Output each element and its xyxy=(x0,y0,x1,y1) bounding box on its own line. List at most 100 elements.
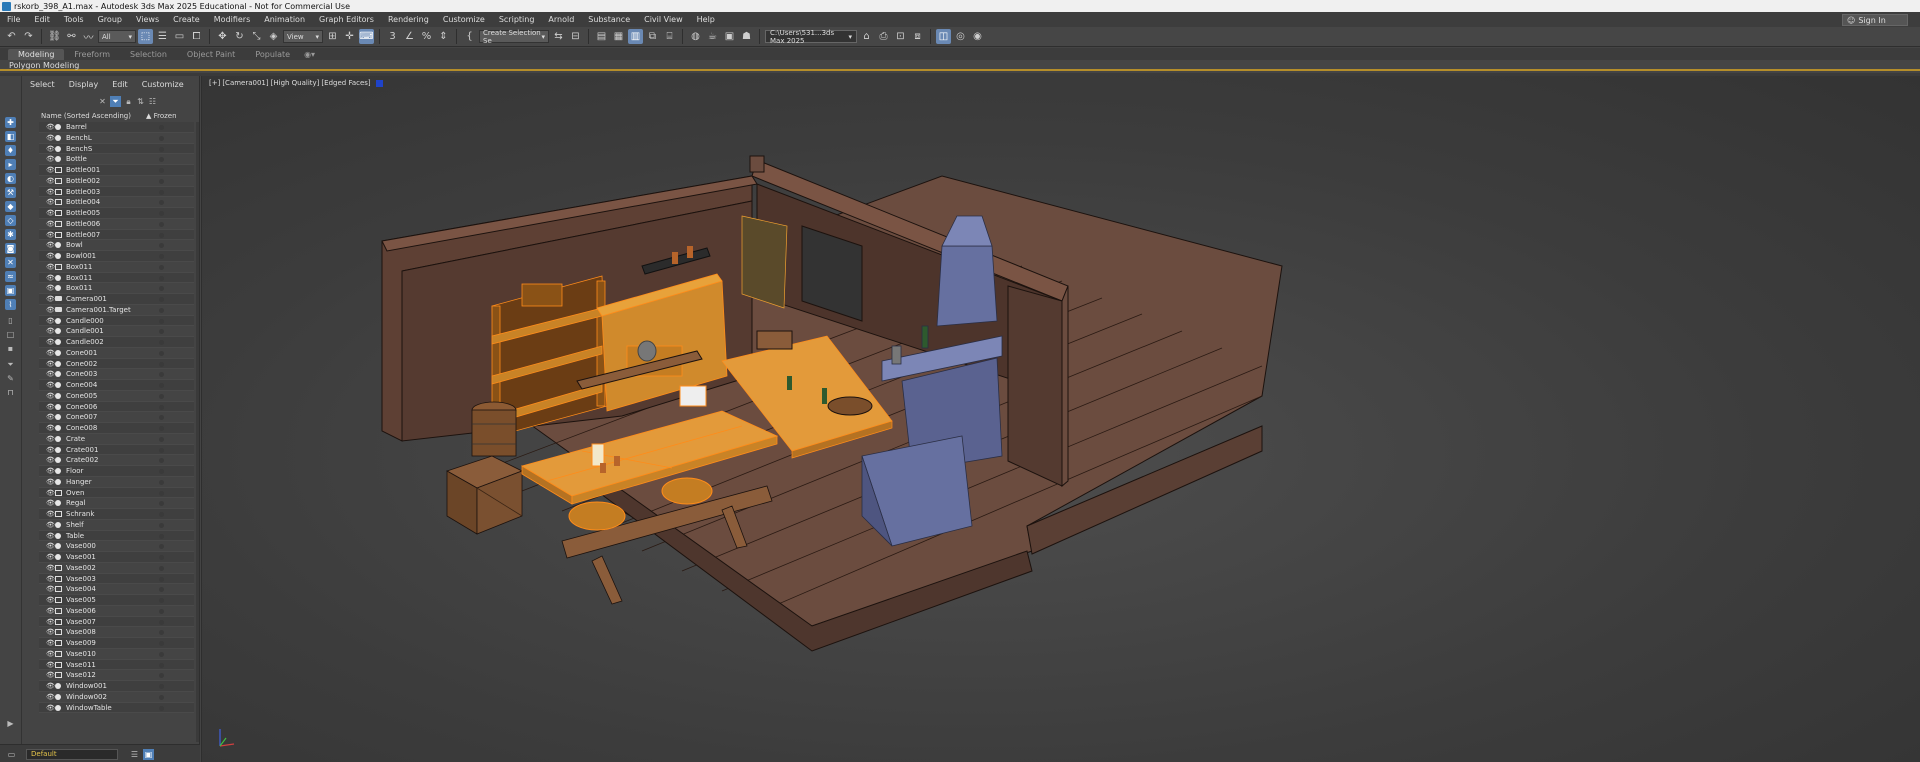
visibility-eye-icon[interactable]: 👁︎ xyxy=(46,511,55,518)
visibility-eye-icon[interactable]: 👁︎ xyxy=(46,500,55,507)
visibility-eye-icon[interactable]: 👁︎ xyxy=(46,392,55,399)
filter-spacewarps-icon[interactable]: ≈ xyxy=(5,271,16,282)
list-item[interactable]: 👁︎ Bottle006 xyxy=(39,219,194,230)
list-item[interactable]: 👁︎ Regal xyxy=(39,498,194,509)
visibility-eye-icon[interactable]: 👁︎ xyxy=(46,263,55,270)
list-item[interactable]: 👁︎ Table xyxy=(39,530,194,542)
list-item[interactable]: 👁︎ Vase001 xyxy=(39,552,194,563)
motion-panel-icon[interactable]: ▸ xyxy=(5,159,16,170)
placement-icon[interactable]: ◈ xyxy=(266,29,281,44)
visibility-eye-icon[interactable]: 👁︎ xyxy=(46,672,55,679)
visibility-eye-icon[interactable]: 👁︎ xyxy=(46,532,55,539)
menu-edit[interactable]: Edit xyxy=(27,15,57,24)
list-item[interactable]: 👁︎ Vase002 xyxy=(39,563,194,574)
menu-create[interactable]: Create xyxy=(166,15,207,24)
list-item[interactable]: 👁︎ Bottle003 xyxy=(39,186,194,198)
list-item[interactable]: 👁︎ Cone006 xyxy=(39,401,194,413)
visibility-eye-icon[interactable]: 👁︎ xyxy=(46,414,55,421)
explorer-scrollbar[interactable] xyxy=(196,122,199,742)
frozen-toggle-icon[interactable] xyxy=(159,458,164,464)
frozen-toggle-icon[interactable] xyxy=(159,415,164,421)
filter-helpers-icon[interactable]: ✕ xyxy=(5,257,16,268)
menu-graph-editors[interactable]: Graph Editors xyxy=(312,15,381,24)
visibility-eye-icon[interactable]: 👁︎ xyxy=(46,349,55,356)
list-item[interactable]: 👁︎ Cone008 xyxy=(39,423,194,434)
layers-icon[interactable]: ☰ xyxy=(129,749,140,760)
frozen-toggle-icon[interactable] xyxy=(159,426,164,431)
frozen-toggle-icon[interactable] xyxy=(159,479,164,485)
ribbon-options-icon[interactable]: ◉▾ xyxy=(300,49,319,60)
list-item[interactable]: 👁︎ Vase003 xyxy=(39,573,194,585)
rect-selection-icon[interactable]: ▭ xyxy=(172,29,187,44)
mirror-icon[interactable]: ⇆ xyxy=(551,29,566,44)
create-panel-icon[interactable]: ✚ xyxy=(5,117,16,128)
frozen-toggle-icon[interactable] xyxy=(159,598,164,603)
visibility-eye-icon[interactable]: 👁︎ xyxy=(46,693,55,700)
visibility-eye-icon[interactable]: 👁︎ xyxy=(46,360,55,367)
select-scale-icon[interactable]: ⤡ xyxy=(249,29,264,44)
frozen-toggle-icon[interactable] xyxy=(159,436,164,442)
list-item[interactable]: 👁︎ Cone003 xyxy=(39,369,194,380)
list-item[interactable]: 👁︎ Cone005 xyxy=(39,391,194,402)
list-item[interactable]: 👁︎ Floor xyxy=(39,466,194,477)
explorer-menu-customize[interactable]: Customize xyxy=(135,80,191,92)
filter-cameras-icon[interactable]: ◙ xyxy=(5,243,16,254)
visibility-eye-icon[interactable]: 👁︎ xyxy=(46,457,55,464)
frozen-toggle-icon[interactable] xyxy=(159,307,164,313)
list-item[interactable]: 👁︎ Bottle002 xyxy=(39,176,194,187)
list-item[interactable]: 👁︎ Candle000 xyxy=(39,315,194,327)
visibility-eye-icon[interactable]: 👁︎ xyxy=(46,124,55,131)
frozen-toggle-icon[interactable] xyxy=(159,565,164,571)
tab-object-paint[interactable]: Object Paint xyxy=(177,49,245,60)
visibility-eye-icon[interactable]: 👁︎ xyxy=(46,446,55,453)
filter-funnel-icon[interactable]: ⏷ xyxy=(110,96,121,107)
list-item[interactable]: 👁︎ Cone007 xyxy=(39,412,194,423)
list-item[interactable]: 👁︎ Bottle005 xyxy=(39,208,194,219)
frozen-toggle-icon[interactable] xyxy=(159,662,164,668)
frozen-toggle-icon[interactable] xyxy=(159,243,164,249)
list-item[interactable]: 👁︎ Vase010 xyxy=(39,649,194,660)
visibility-eye-icon[interactable]: 👁︎ xyxy=(46,328,55,335)
visibility-eye-icon[interactable]: 👁︎ xyxy=(46,650,55,657)
keyboard-shortcut-override-icon[interactable]: ⌨ xyxy=(359,29,374,44)
tab-selection[interactable]: Selection xyxy=(120,49,177,60)
current-layer-field[interactable]: Default xyxy=(26,749,118,760)
snaps-toggle-icon[interactable]: 3 xyxy=(385,29,400,44)
workspace-icon[interactable]: ◫ xyxy=(936,29,951,44)
filter-geometry-icon[interactable]: ◆ xyxy=(5,201,16,212)
play-icon[interactable]: ▶ xyxy=(5,718,16,729)
list-item[interactable]: 👁︎ Crate xyxy=(39,434,194,445)
frozen-toggle-icon[interactable] xyxy=(159,189,164,195)
menu-rendering[interactable]: Rendering xyxy=(381,15,436,24)
visibility-eye-icon[interactable]: 👁︎ xyxy=(46,618,55,625)
visibility-eye-icon[interactable]: 👁︎ xyxy=(46,296,55,303)
list-item[interactable]: 👁︎ Vase000 xyxy=(39,541,194,552)
redo-icon[interactable]: ↷ xyxy=(21,29,36,44)
frozen-toggle-icon[interactable] xyxy=(159,522,164,528)
filter-bones-icon[interactable]: ⌇ xyxy=(5,299,16,310)
frozen-toggle-icon[interactable] xyxy=(159,393,164,399)
frozen-toggle-icon[interactable] xyxy=(159,447,164,453)
visibility-eye-icon[interactable]: 👁︎ xyxy=(46,177,55,184)
visibility-eye-icon[interactable]: 👁︎ xyxy=(46,339,55,346)
visibility-eye-icon[interactable]: 👁︎ xyxy=(46,145,55,152)
frozen-toggle-icon[interactable] xyxy=(159,501,164,507)
list-item[interactable]: 👁︎ Bottle007 xyxy=(39,229,194,241)
frozen-toggle-icon[interactable] xyxy=(159,630,164,636)
render-setup-icon[interactable]: ☕ xyxy=(705,29,720,44)
visibility-eye-icon[interactable]: 👁︎ xyxy=(46,253,55,260)
curve-editor-icon[interactable]: ⧉ xyxy=(645,29,660,44)
undo-icon[interactable]: ↶ xyxy=(4,29,19,44)
list-item[interactable]: 👁︎ Window002 xyxy=(39,692,194,703)
visibility-eye-icon[interactable]: 👁︎ xyxy=(46,640,55,647)
frozen-toggle-icon[interactable] xyxy=(159,383,164,388)
list-item[interactable]: 👁︎ Bottle004 xyxy=(39,197,194,208)
frozen-toggle-icon[interactable] xyxy=(159,608,164,614)
sign-in-button[interactable]: ☺ Sign In xyxy=(1842,14,1908,26)
list-item[interactable]: 👁︎ Vase011 xyxy=(39,659,194,671)
project-folder-icon[interactable]: ⌂ xyxy=(859,29,874,44)
recent-files-icon[interactable]: ⧈ xyxy=(910,29,925,44)
list-item[interactable]: 👁︎ Barrel xyxy=(39,122,194,133)
open-file-icon[interactable]: ⎙ xyxy=(876,29,891,44)
explorer-menu-select[interactable]: Select xyxy=(23,80,62,92)
